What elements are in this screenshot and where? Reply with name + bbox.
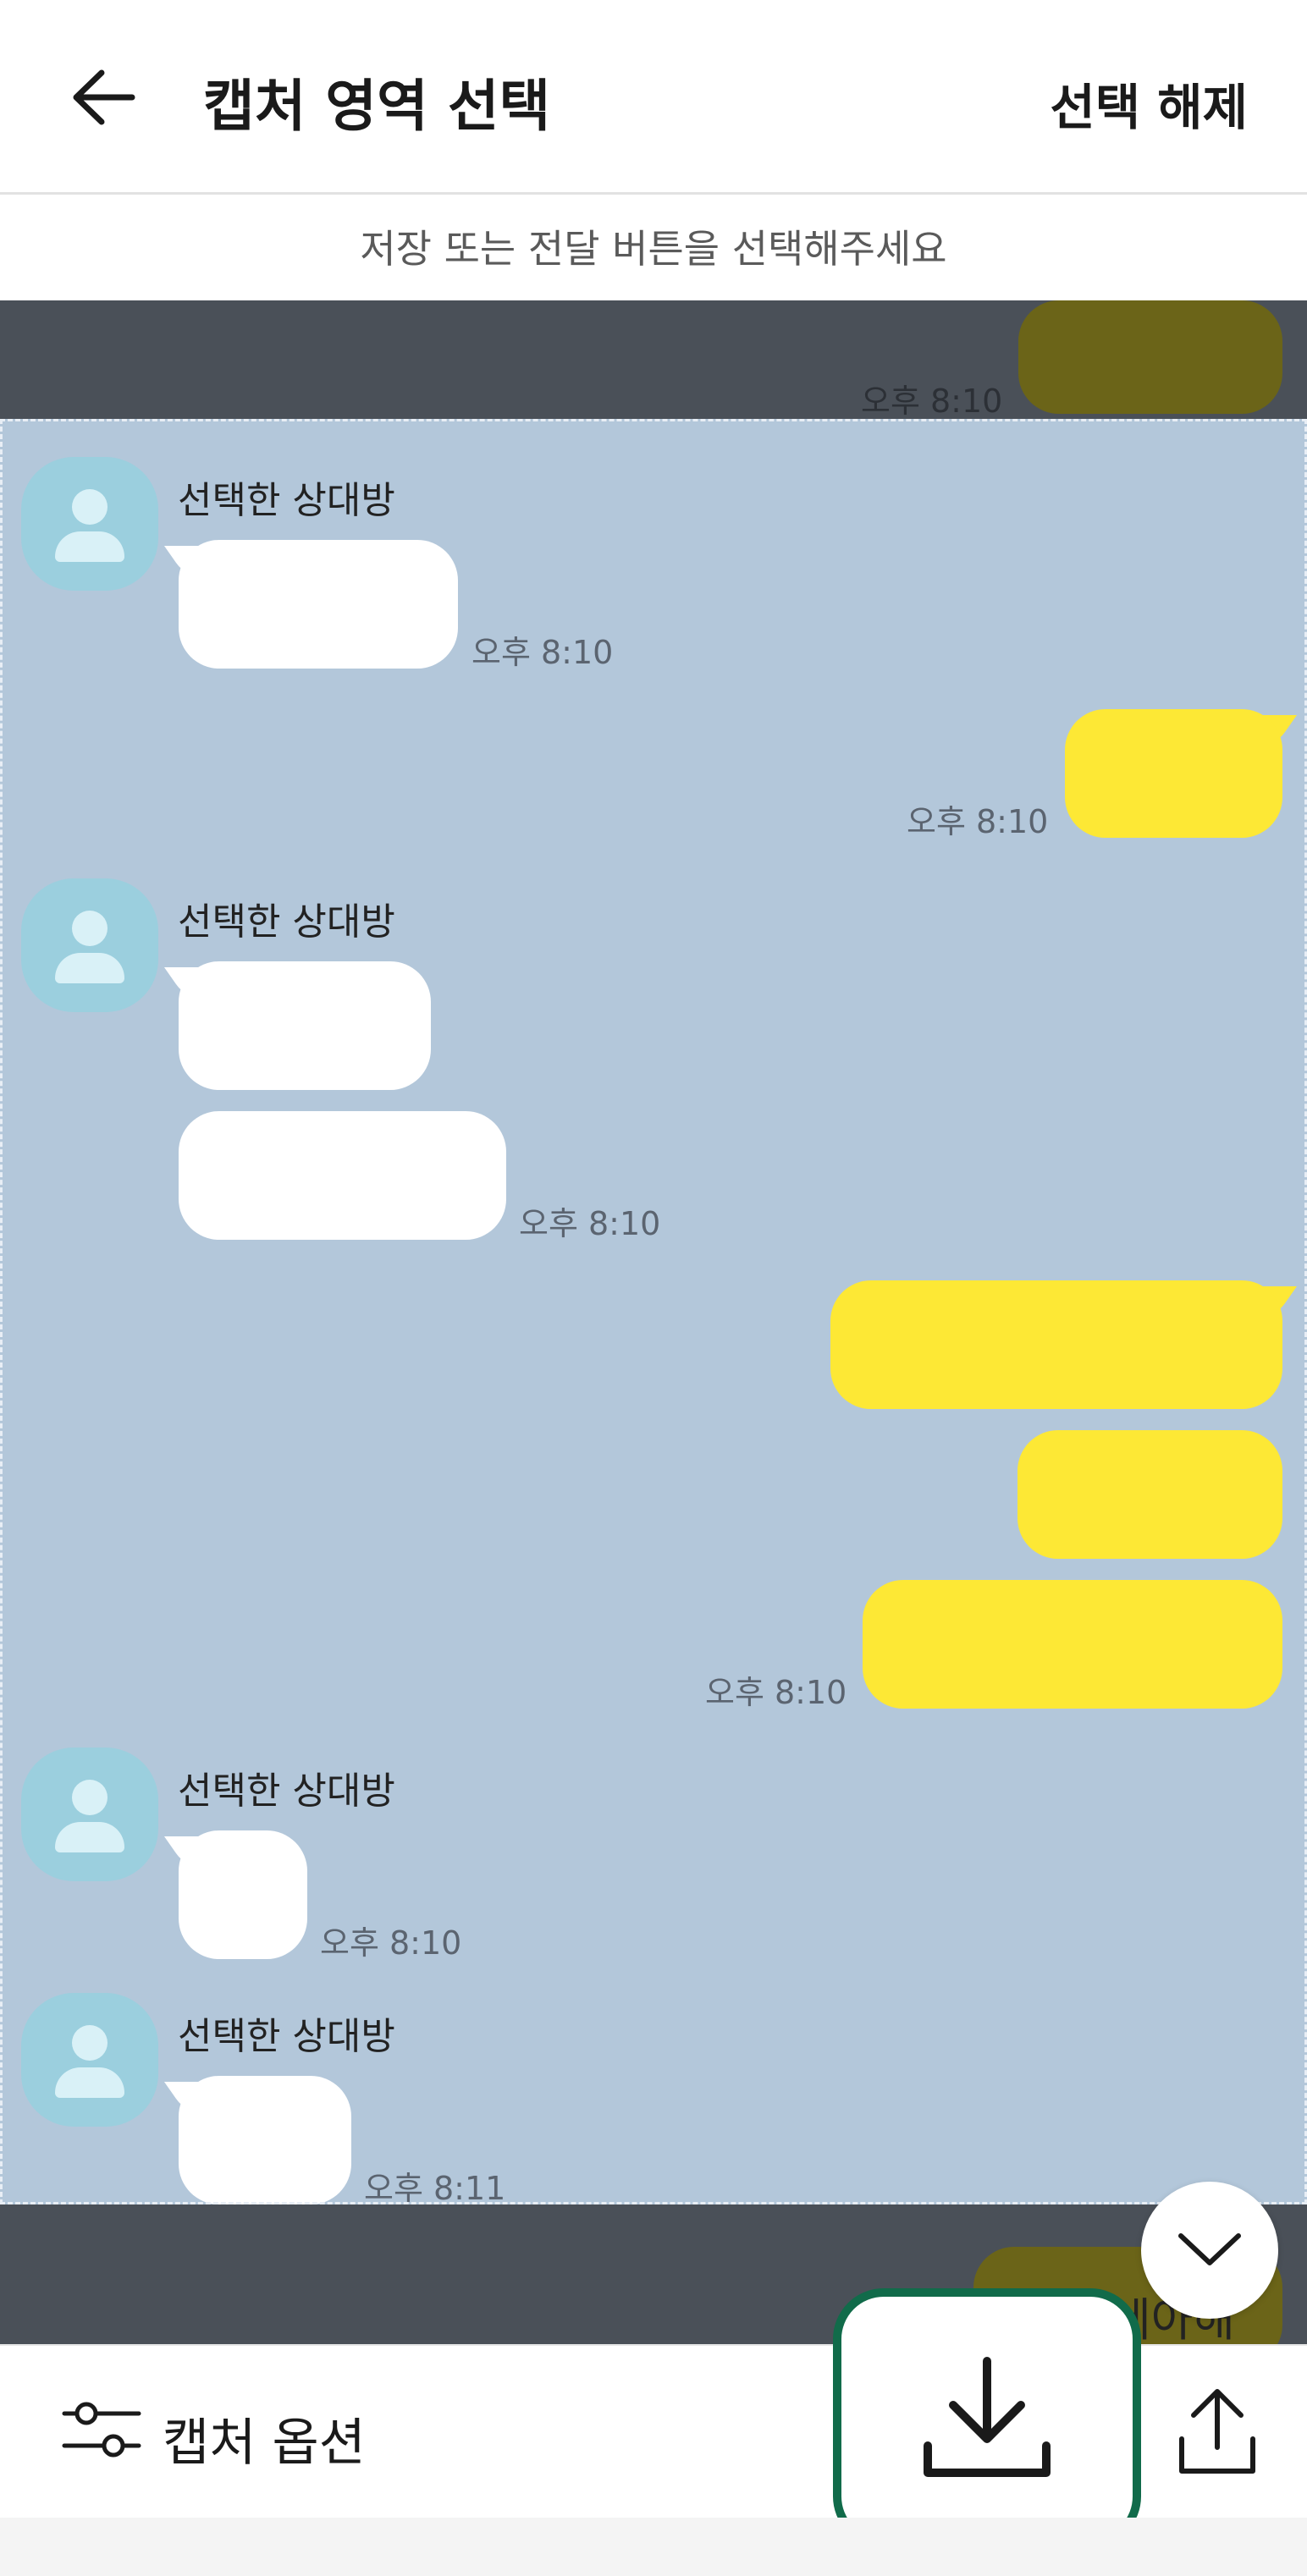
my-message-bubble-dimmed — [1018, 300, 1282, 414]
back-arrow-icon — [73, 69, 135, 125]
my-message-bubble[interactable] — [1065, 709, 1282, 838]
message-time: 오후 8:10 — [320, 1924, 462, 1962]
my-message-bubble[interactable] — [1017, 1430, 1282, 1559]
partner-message-bubble[interactable] — [179, 1111, 506, 1240]
avatar[interactable] — [21, 1993, 158, 2127]
chat-capture-area[interactable]: 오후 8:10 선택한 상대방 오후 8:10 오후 8:10 선택한 상대방 … — [0, 300, 1307, 2344]
my-message-bubble[interactable] — [863, 1580, 1282, 1709]
message-time: 오후 8:11 — [364, 2170, 506, 2207]
sender-name: 선택한 상대방 — [178, 900, 395, 944]
message-time: 오후 8:10 — [861, 383, 1003, 420]
download-icon — [924, 2357, 1051, 2477]
message-time: 오후 8:10 — [705, 1674, 847, 1711]
message-time: 오후 8:10 — [907, 803, 1049, 840]
page-title: 캡처 영역 선택 — [203, 74, 551, 139]
top-app-bar: 캡처 영역 선택 선택 해제 — [0, 0, 1307, 195]
deselect-button[interactable]: 선택 해제 — [1050, 68, 1248, 139]
sender-name: 선택한 상대방 — [178, 2015, 395, 2058]
system-nav-area — [0, 2518, 1307, 2576]
avatar[interactable] — [21, 878, 158, 1012]
sender-name: 선택한 상대방 — [178, 479, 395, 522]
partner-message-bubble[interactable] — [179, 961, 431, 1090]
scroll-down-button[interactable] — [1141, 2182, 1278, 2319]
chevron-down-icon — [1178, 2233, 1241, 2265]
sender-name: 선택한 상대방 — [178, 1770, 395, 1813]
message-time: 오후 8:10 — [472, 634, 614, 671]
avatar[interactable] — [21, 457, 158, 591]
my-message-bubble[interactable] — [830, 1280, 1282, 1409]
share-upload-icon — [1179, 2389, 1255, 2474]
partner-message-bubble[interactable] — [179, 540, 458, 669]
avatar[interactable] — [21, 1748, 158, 1881]
instruction-text: 저장 또는 전달 버튼을 선택해주세요 — [0, 197, 1307, 300]
share-button[interactable] — [1175, 2386, 1260, 2480]
save-download-button[interactable] — [833, 2288, 1141, 2547]
capture-options-button[interactable]: 캡처 옵션 — [163, 2402, 366, 2475]
partner-message-bubble[interactable] — [179, 2076, 351, 2204]
message-time: 오후 8:10 — [519, 1205, 661, 1242]
sliders-icon[interactable] — [61, 2397, 142, 2464]
partner-message-bubble[interactable] — [179, 1830, 307, 1959]
back-button[interactable] — [59, 55, 144, 140]
